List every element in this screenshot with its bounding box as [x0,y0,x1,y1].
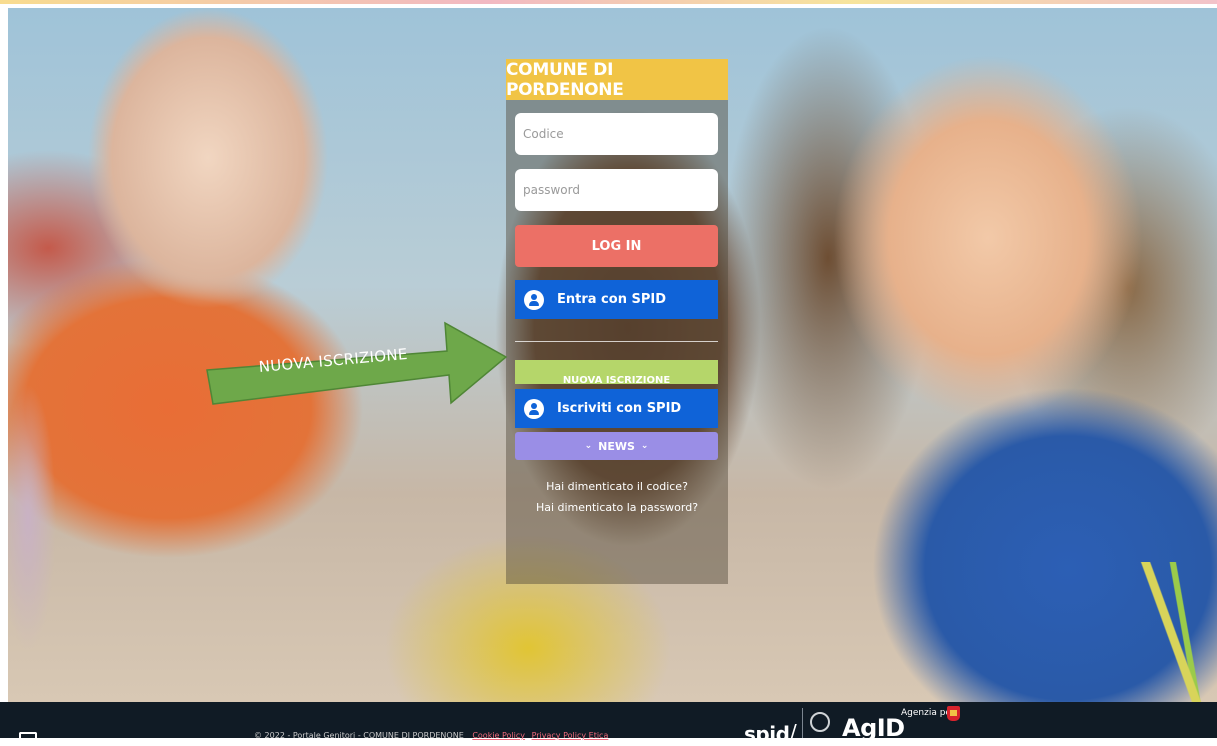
spid-login-button[interactable]: Entra con SPID [515,280,718,319]
chevron-down-icon: ⌄ [640,441,649,451]
footer-copyright: © 2022 - Portale Genitori - COMUNE DI PO… [254,731,608,740]
new-registration-button[interactable]: NUOVA ISCRIZIONE [515,360,718,384]
divider [515,341,718,342]
top-accent-line [0,0,1217,8]
news-toggle-button[interactable]: ⌄ NEWS ⌄ [515,432,718,460]
forgot-password-link[interactable]: Hai dimenticato la password? [506,501,728,514]
spid-user-icon [524,289,544,310]
city-crest-icon [947,706,960,721]
page-title: COMUNE DI PORDENONE [506,59,728,100]
spid-register-button[interactable]: Iscriviti con SPID [515,389,718,428]
spid-register-label: Iscriviti con SPID [557,401,682,416]
news-label: NEWS [598,439,635,453]
spid-logo: spid [744,722,790,746]
privacy-policy-link[interactable]: Privacy Policy Etica [532,731,609,740]
code-input[interactable] [515,113,718,155]
footer: © 2022 - Portale Genitori - COMUNE DI PO… [0,702,1217,746]
new-registration-label: NUOVA ISCRIZIONE [562,375,671,385]
password-input[interactable] [515,169,718,211]
cookie-policy-link[interactable]: Cookie Policy [472,731,525,740]
republic-emblem-icon [810,712,830,732]
spid-login-label: Entra con SPID [557,292,666,307]
menu-icon[interactable] [19,732,37,740]
login-button-label: LOG IN [591,238,642,254]
footer-separator [802,708,803,738]
chevron-down-icon: ⌄ [584,441,593,451]
spid-user-icon [524,398,544,419]
spid-logo-mark: / [790,720,797,744]
copyright-text: © 2022 - Portale Genitori - COMUNE DI PO… [254,731,464,740]
forgot-code-link[interactable]: Hai dimenticato il codice? [506,480,728,493]
login-button[interactable]: LOG IN [515,225,718,267]
